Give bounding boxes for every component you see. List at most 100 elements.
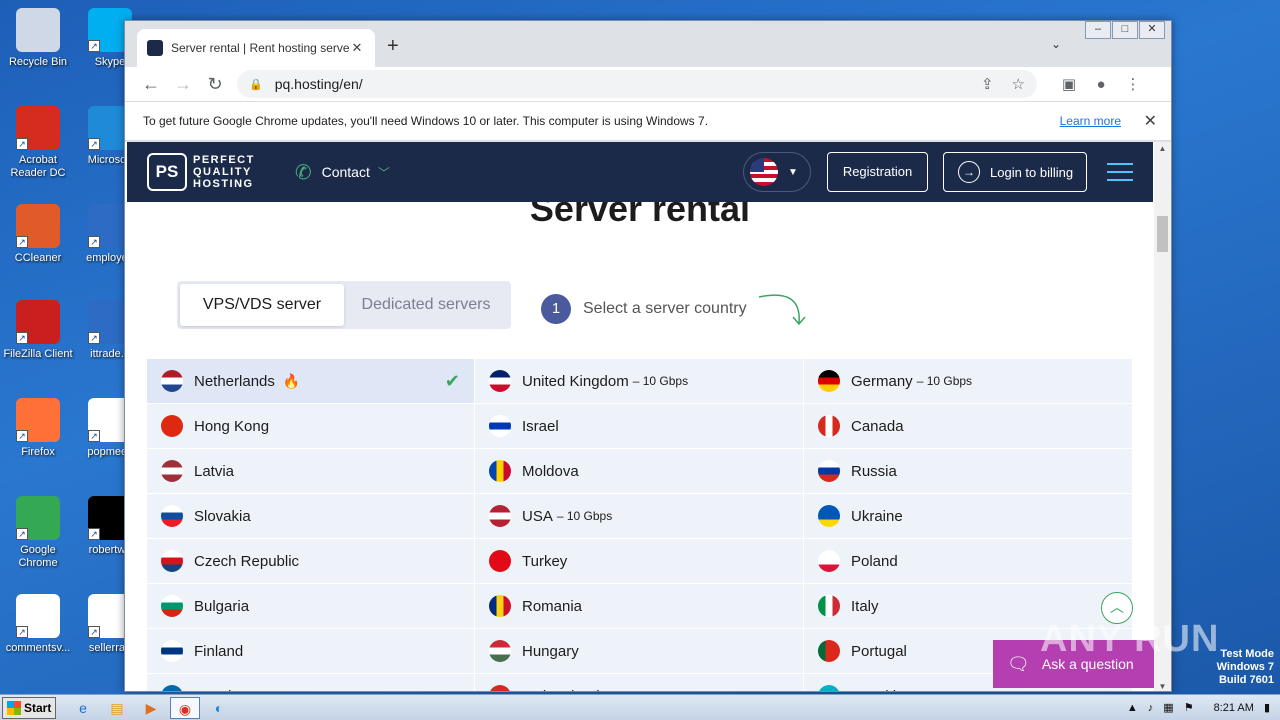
country-grid: Netherlands 🔥 ✔ United Kingdom – 10 Gbps Germ… (147, 359, 1133, 692)
country-option[interactable]: Moldova (475, 449, 804, 494)
chrome-taskbar-icon[interactable]: ◉ (170, 696, 200, 719)
internet-explorer-icon[interactable]: e (68, 697, 98, 719)
shortcut-arrow-icon: ↗ (88, 528, 100, 540)
country-option[interactable]: Turkey (475, 539, 804, 584)
us-flag-icon (750, 158, 778, 186)
country-option[interactable]: Poland (804, 539, 1133, 584)
desktop-shortcut[interactable]: ↗ Google Chrome (0, 496, 76, 570)
shortcut-arrow-icon: ↗ (88, 138, 100, 150)
country-option[interactable]: United Kingdom – 10 Gbps (475, 359, 804, 404)
browser-tab[interactable]: Server rental | Rent hosting servers ✕ (137, 29, 375, 67)
edge-taskbar-icon[interactable]: ◐ (204, 697, 234, 719)
country-option[interactable]: Israel (475, 404, 804, 449)
page-scrollbar[interactable]: ▲ ▼ (1154, 142, 1171, 691)
country-flag-icon (161, 595, 183, 617)
bookmark-star-icon[interactable]: ☆ (1012, 75, 1025, 93)
clock[interactable]: 8:21 AM (1214, 702, 1254, 714)
country-option[interactable]: Hong Kong (147, 404, 475, 449)
profile-avatar-icon[interactable]: ● (1085, 76, 1117, 93)
country-option[interactable]: Netherlands 🔥 ✔ (147, 359, 475, 404)
country-option[interactable]: Czech Republic (147, 539, 475, 584)
network-icon[interactable]: ▦ (1163, 701, 1173, 714)
forward-arrow-icon[interactable]: → (167, 74, 199, 95)
registration-button[interactable]: Registration (827, 152, 928, 192)
country-name: Kazakhstan (851, 688, 929, 692)
hamburger-menu-icon[interactable] (1107, 157, 1133, 187)
country-option[interactable]: Germany – 10 Gbps (804, 359, 1133, 404)
country-name: Slovakia (194, 507, 251, 525)
country-option[interactable]: Sweden (147, 674, 475, 691)
country-option[interactable]: USA – 10 Gbps (475, 494, 804, 539)
country-flag-icon (161, 550, 183, 572)
shortcut-arrow-icon: ↗ (16, 236, 28, 248)
volume-icon[interactable]: ♪ (1148, 702, 1154, 714)
tab-close-icon[interactable]: ✕ (349, 40, 365, 56)
login-billing-button[interactable]: → Login to billing (943, 152, 1087, 192)
country-name: Bulgaria (194, 597, 250, 615)
login-label: Login to billing (990, 164, 1074, 180)
lock-icon: 🔒 (249, 78, 263, 91)
desktop-shortcut[interactable]: ↗ commentsv... (0, 594, 76, 655)
new-tab-button[interactable]: + (387, 35, 399, 58)
tray-expand-icon[interactable]: ▲ (1127, 702, 1138, 714)
desktop-shortcut[interactable]: ↗ Firefox (0, 398, 76, 459)
learn-more-link[interactable]: Learn more (1060, 114, 1121, 128)
country-option[interactable]: Romania (475, 584, 804, 629)
desktop-shortcut[interactable]: Recycle Bin (0, 8, 76, 69)
country-option[interactable]: Ukraine (804, 494, 1133, 539)
country-option[interactable]: Latvia (147, 449, 475, 494)
maximize-button[interactable]: □ (1112, 21, 1138, 39)
browser-menu-icon[interactable]: ⋮ (1117, 75, 1149, 93)
desktop-shortcut-label: Acrobat Reader DC (10, 154, 66, 179)
browser-window: Server rental | Rent hosting servers ✕ +… (124, 20, 1172, 692)
country-name: Russia (851, 462, 897, 480)
step-indicator: 1 Select a server country (541, 291, 809, 327)
scroll-down-icon[interactable]: ▼ (1154, 682, 1171, 691)
country-option[interactable]: Switzerland (475, 674, 804, 691)
country-flag-icon (489, 415, 511, 437)
desktop-shortcut-label: Recycle Bin (8, 56, 68, 68)
flag-icon[interactable]: ⚑ (1184, 701, 1194, 714)
tab-vps-vds[interactable]: VPS/VDS server (180, 284, 344, 326)
minimize-button[interactable]: – (1085, 21, 1111, 39)
desktop-shortcut[interactable]: ↗ Acrobat Reader DC (0, 106, 76, 180)
country-option[interactable]: Canada (804, 404, 1133, 449)
country-option[interactable]: Russia (804, 449, 1133, 494)
infobar-message: To get future Google Chrome updates, you… (143, 114, 709, 128)
tab-dedicated[interactable]: Dedicated servers (344, 284, 508, 326)
scroll-thumb[interactable] (1157, 216, 1168, 252)
watermark-line: Windows 7 (1216, 661, 1274, 673)
country-speed: – 10 Gbps (556, 509, 613, 523)
close-window-button[interactable]: ✕ (1139, 21, 1165, 39)
side-panel-icon[interactable]: ▣ (1053, 75, 1085, 93)
country-option[interactable]: Slovakia (147, 494, 475, 539)
country-name: Germany (851, 372, 913, 390)
desktop-shortcut[interactable]: ↗ CCleaner (0, 204, 76, 265)
back-arrow-icon[interactable]: ← (135, 74, 167, 95)
show-desktop-icon[interactable]: ▮ (1264, 701, 1270, 714)
country-flag-icon (818, 550, 840, 572)
country-flag-icon (161, 505, 183, 527)
tab-search-chevron-icon[interactable]: ⌄ (1051, 37, 1061, 51)
country-flag-icon (161, 370, 183, 392)
country-option[interactable]: Finland (147, 629, 475, 674)
file-explorer-icon[interactable]: ▤ (102, 697, 132, 719)
media-player-icon[interactable]: ▶ (136, 697, 166, 719)
country-flag-icon (489, 640, 511, 662)
country-option[interactable]: Bulgaria (147, 584, 475, 629)
scroll-up-icon[interactable]: ▲ (1154, 144, 1171, 153)
language-selector[interactable]: ▼ (743, 152, 811, 192)
ccleaner-icon: ↗ (16, 204, 60, 248)
contact-dropdown[interactable]: ✆ Contact ﹀ (295, 160, 390, 185)
start-button[interactable]: Start (2, 696, 56, 719)
address-bar[interactable]: 🔒 pq.hosting/en/ ⇪ ☆ (237, 70, 1037, 98)
country-flag-icon (818, 460, 840, 482)
desktop-shortcut[interactable]: ↗ FileZilla Client (0, 300, 76, 361)
country-option[interactable]: Hungary (475, 629, 804, 674)
site-logo[interactable]: PS PERFECT QUALITY HOSTING (147, 153, 255, 191)
reload-icon[interactable]: ↻ (199, 74, 231, 95)
share-icon[interactable]: ⇪ (981, 75, 994, 93)
page-viewport: Server rental PS PERFECT QUALITY HOSTING… (125, 142, 1155, 692)
country-flag-icon (818, 595, 840, 617)
infobar-close-icon[interactable]: ✕ (1144, 111, 1157, 131)
